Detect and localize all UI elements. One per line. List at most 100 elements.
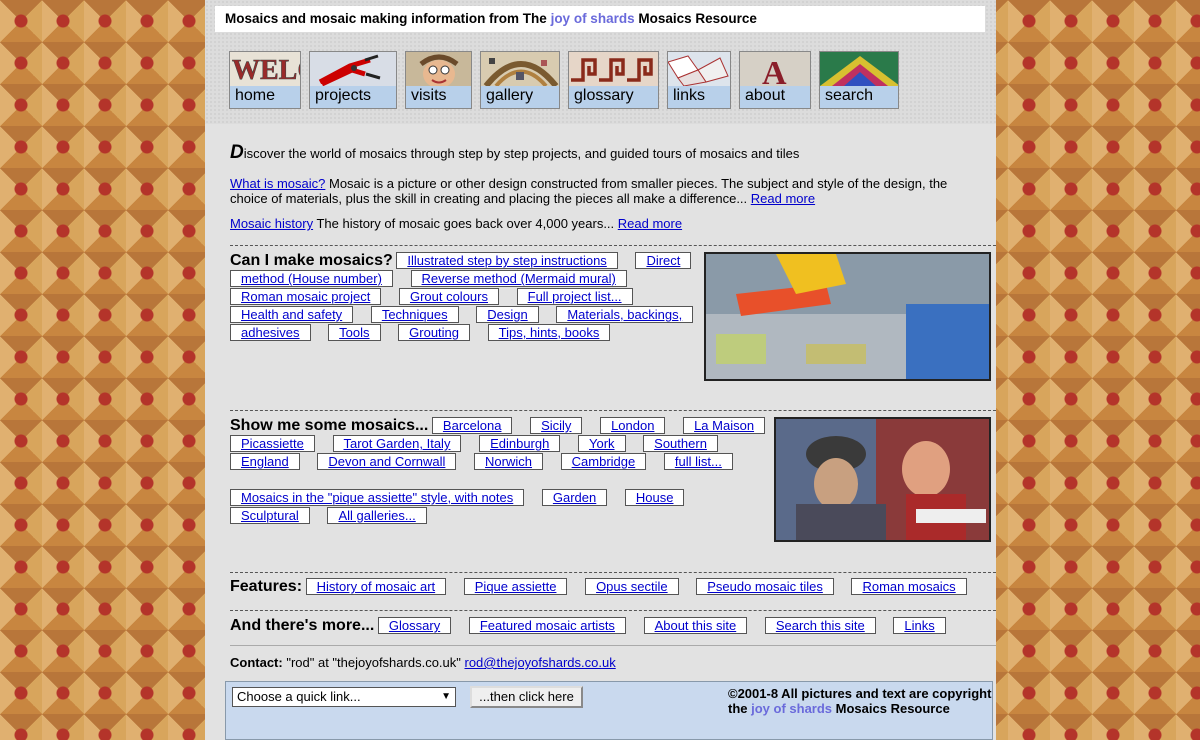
mosaic-history-link[interactable]: Mosaic history bbox=[230, 216, 313, 231]
make-mosaics-section: Can I make mosaics? Illustrated step by … bbox=[230, 252, 694, 342]
features-section: Features: History of mosaic art Pique as… bbox=[230, 578, 996, 596]
nav-label: visits bbox=[411, 87, 447, 104]
nav-label: projects bbox=[315, 87, 372, 104]
copyright-suffix: Mosaics Resource bbox=[832, 701, 950, 716]
grouting-photo[interactable] bbox=[704, 252, 991, 381]
contact-text: "rod" at "thejoyofshards.co.uk" bbox=[282, 655, 465, 670]
svg-text:A: A bbox=[762, 55, 787, 86]
link-search-site[interactable]: Search this site bbox=[764, 617, 876, 634]
main-page: Mosaics and mosaic making information fr… bbox=[205, 0, 996, 740]
link-opus-sectile[interactable]: Opus sectile bbox=[585, 578, 679, 595]
go-button[interactable]: ...then click here bbox=[470, 686, 583, 708]
link-full-list[interactable]: full list... bbox=[663, 453, 733, 470]
copyright: ©2001-8 All pictures and text are copyri… bbox=[728, 686, 991, 716]
what-is-mosaic-text: Mosaic is a picture or other design cons… bbox=[230, 176, 948, 206]
title-suffix: Mosaics Resource bbox=[634, 11, 757, 26]
footer: Choose a quick link... ▼ ...then click he… bbox=[225, 681, 993, 740]
copyright-prefix: the bbox=[728, 701, 752, 716]
history-paragraph: Mosaic history The history of mosaic goe… bbox=[230, 216, 975, 231]
broken-tiles-icon bbox=[668, 52, 730, 87]
nav-about[interactable]: A about bbox=[739, 51, 811, 109]
mosaic-arch-icon bbox=[481, 52, 559, 88]
nav-gallery[interactable]: gallery bbox=[480, 51, 560, 109]
welcome-tile-icon: WELC bbox=[230, 52, 300, 86]
link-glossary[interactable]: Glossary bbox=[377, 617, 452, 634]
link-about-site[interactable]: About this site bbox=[643, 617, 748, 634]
link-pique-assiette[interactable]: Pique assiette bbox=[463, 578, 568, 595]
link-norwich[interactable]: Norwich bbox=[474, 453, 544, 470]
divider bbox=[230, 645, 996, 646]
link-reverse-method[interactable]: Reverse method (Mermaid mural) bbox=[410, 270, 627, 287]
drop-cap: D bbox=[230, 142, 244, 163]
link-tools[interactable]: Tools bbox=[328, 324, 381, 341]
link-garden[interactable]: Garden bbox=[541, 489, 608, 506]
section-heading: Show me some mosaics... bbox=[230, 417, 429, 434]
link-featured-artists[interactable]: Featured mosaic artists bbox=[468, 617, 626, 634]
title-text: Mosaics and mosaic making information fr… bbox=[225, 11, 551, 26]
link-grouting[interactable]: Grouting bbox=[398, 324, 471, 341]
read-more-link[interactable]: Read more bbox=[618, 216, 682, 231]
link-york[interactable]: York bbox=[577, 435, 626, 452]
link-cambridge[interactable]: Cambridge bbox=[560, 453, 647, 470]
intro-line: Discover the world of mosaics through st… bbox=[230, 142, 975, 163]
divider bbox=[230, 245, 996, 246]
copyright-line: ©2001-8 All pictures and text are copyri… bbox=[728, 686, 992, 701]
jazz-mosaic-photo[interactable] bbox=[774, 417, 991, 542]
nav-label: home bbox=[235, 87, 276, 104]
link-tarot-garden[interactable]: Tarot Garden, Italy bbox=[332, 435, 462, 452]
link-grout-colours[interactable]: Grout colours bbox=[398, 288, 499, 305]
link-edinburgh[interactable]: Edinburgh bbox=[479, 435, 561, 452]
link-history-mosaic-art[interactable]: History of mosaic art bbox=[305, 578, 447, 595]
link-sicily[interactable]: Sicily bbox=[530, 417, 583, 434]
link-tips[interactable]: Tips, hints, books bbox=[487, 324, 611, 341]
link-links[interactable]: Links bbox=[893, 617, 946, 634]
link-design[interactable]: Design bbox=[476, 306, 539, 323]
email-link[interactable]: rod@thejoyofshards.co.uk bbox=[465, 655, 616, 670]
brand-name: joy of shards bbox=[751, 701, 833, 716]
link-pique-assiette-style[interactable]: Mosaics in the "pique assiette" style, w… bbox=[230, 489, 525, 506]
nav-search[interactable]: search bbox=[819, 51, 899, 109]
link-sculptural[interactable]: Sculptural bbox=[230, 507, 310, 524]
link-london[interactable]: London bbox=[600, 417, 666, 434]
what-is-mosaic-paragraph: What is mosaic? Mosaic is a picture or o… bbox=[230, 176, 975, 206]
what-is-mosaic-link[interactable]: What is mosaic? bbox=[230, 176, 325, 191]
letter-a-icon: A bbox=[740, 52, 810, 92]
greek-key-icon bbox=[569, 52, 658, 86]
gallery-types-section: Mosaics in the "pique assiette" style, w… bbox=[230, 489, 765, 525]
svg-text:WELC: WELC bbox=[232, 55, 301, 86]
nav-glossary[interactable]: glossary bbox=[568, 51, 659, 109]
link-roman-project[interactable]: Roman mosaic project bbox=[230, 288, 382, 305]
brand-name: joy of shards bbox=[550, 11, 635, 26]
link-pseudo-mosaic-tiles[interactable]: Pseudo mosaic tiles bbox=[696, 578, 834, 595]
link-roman-mosaics[interactable]: Roman mosaics bbox=[851, 578, 967, 595]
nav-label: about bbox=[745, 87, 786, 104]
chevron-down-icon: ▼ bbox=[441, 691, 451, 702]
header: Mosaics and mosaic making information fr… bbox=[205, 0, 996, 124]
read-more-link[interactable]: Read more bbox=[751, 191, 815, 206]
quick-link-select[interactable]: Choose a quick link... ▼ bbox=[232, 687, 456, 707]
nav-visits[interactable]: visits bbox=[405, 51, 472, 109]
section-heading: And there's more... bbox=[230, 617, 375, 634]
nav-home[interactable]: WELC home bbox=[229, 51, 301, 109]
nav-projects[interactable]: projects bbox=[309, 51, 397, 109]
nav-label: gallery bbox=[486, 87, 534, 104]
link-health-safety[interactable]: Health and safety bbox=[230, 306, 354, 323]
link-step-by-step[interactable]: Illustrated step by step instructions bbox=[396, 252, 618, 269]
section-heading: Can I make mosaics? bbox=[230, 252, 393, 269]
link-house[interactable]: House bbox=[624, 489, 685, 506]
link-all-galleries[interactable]: All galleries... bbox=[327, 507, 427, 524]
link-barcelona[interactable]: Barcelona bbox=[431, 417, 513, 434]
link-devon-cornwall[interactable]: Devon and Cornwall bbox=[317, 453, 457, 470]
divider bbox=[230, 610, 996, 611]
contact-line: Contact: "rod" at "thejoyofshards.co.uk"… bbox=[230, 655, 616, 670]
site-title: Mosaics and mosaic making information fr… bbox=[215, 6, 985, 32]
show-mosaics-section: Show me some mosaics... Barcelona Sicily… bbox=[230, 417, 766, 471]
divider bbox=[230, 572, 996, 573]
history-text: The history of mosaic goes back over 4,0… bbox=[313, 216, 618, 231]
divider bbox=[230, 410, 996, 411]
nav-label: glossary bbox=[574, 87, 634, 104]
link-techniques[interactable]: Techniques bbox=[370, 306, 459, 323]
nav-links[interactable]: links bbox=[667, 51, 731, 109]
link-full-project-list[interactable]: Full project list... bbox=[516, 288, 633, 305]
nav-label: links bbox=[673, 87, 706, 104]
